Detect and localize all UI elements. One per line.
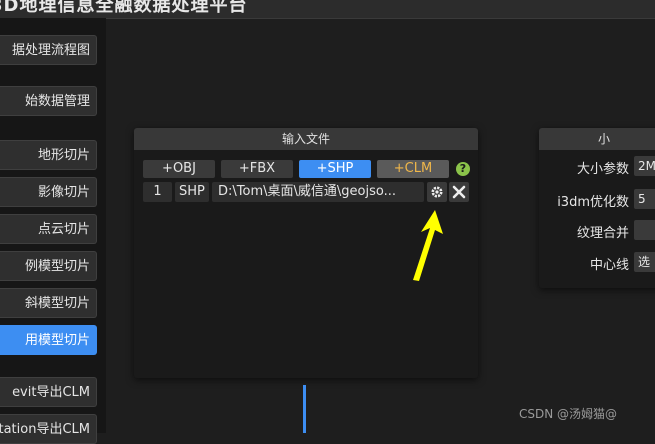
sidebar-item-station-export[interactable]: station导出CLM <box>0 414 97 444</box>
close-icon[interactable] <box>449 182 469 202</box>
sidebar-item-oblique-model[interactable]: 斜模型切片 <box>0 288 97 318</box>
pointer-arrow-icon <box>413 210 443 281</box>
size-param-input[interactable]: 2M <box>634 156 655 176</box>
watermark: CSDN @汤姆猫@ <box>519 407 618 421</box>
centerline-select-button[interactable]: 选 <box>634 252 655 272</box>
sidebar-item-general-model[interactable]: 用模型切片 <box>0 325 97 355</box>
add-fbx-button[interactable]: +FBX <box>221 160 293 178</box>
gear-icon <box>431 186 443 198</box>
add-clm-button[interactable]: +CLM <box>377 160 449 178</box>
sidebar-item-raw-data[interactable]: 始数据管理 <box>0 86 97 116</box>
connector-line <box>303 385 306 433</box>
gear-icon[interactable] <box>427 182 447 202</box>
close-icon <box>452 185 466 199</box>
sidebar-item-label: 地形切片 <box>37 148 90 163</box>
file-index: 1 <box>143 182 172 202</box>
file-path: D:\Tom\桌面\威信通\geojso... <box>212 182 424 202</box>
file-type: SHP <box>175 182 209 202</box>
sidebar-item-label: 用模型切片 <box>24 333 90 348</box>
i3dm-opt-label: i3dm优化数 <box>557 195 629 210</box>
sidebar-item-pointcloud[interactable]: 点云切片 <box>0 214 97 244</box>
panel-title: 小 <box>539 128 655 150</box>
sidebar-item-flowchart[interactable]: 据处理流程图 <box>0 35 97 65</box>
help-icon[interactable]: ? <box>456 162 470 176</box>
settings-panel: 小 大小参数 2M i3dm优化数 5 纹理合并 中心线 选 <box>539 128 655 288</box>
texture-merge-toggle[interactable] <box>634 220 655 240</box>
size-param-label: 大小参数 <box>576 162 629 177</box>
i3dm-opt-input[interactable]: 5 <box>634 189 655 209</box>
sidebar-item-instance-model[interactable]: 例模型切片 <box>0 251 97 281</box>
sidebar-item-revit-export[interactable]: evit导出CLM <box>0 377 97 407</box>
centerline-label: 中心线 <box>589 258 629 273</box>
sidebar-item-label: 始数据管理 <box>24 94 90 109</box>
add-shp-button[interactable]: +SHP <box>299 160 371 178</box>
sidebar-item-label: 影像切片 <box>37 185 90 200</box>
add-obj-button[interactable]: +OBJ <box>143 160 215 178</box>
title-bar: 3D地理信息全融数据处理平台 <box>0 0 655 19</box>
sidebar-item-label: 点云切片 <box>37 222 90 237</box>
texture-merge-label: 纹理合并 <box>576 226 629 241</box>
sidebar-item-label: 据处理流程图 <box>11 43 90 58</box>
sidebar-item-imagery[interactable]: 影像切片 <box>0 177 97 207</box>
sidebar: 据处理流程图 始数据管理 地形切片 影像切片 点云切片 例模型切片 斜模型切片 … <box>0 18 106 444</box>
sidebar-item-label: evit导出CLM <box>12 385 90 400</box>
sidebar-item-label: station导出CLM <box>0 422 90 437</box>
panel-title: 输入文件 <box>134 128 478 150</box>
sidebar-item-terrain[interactable]: 地形切片 <box>0 140 97 170</box>
sidebar-item-label: 斜模型切片 <box>24 296 90 311</box>
sidebar-item-label: 例模型切片 <box>24 259 90 274</box>
app-title: 3D地理信息全融数据处理平台 <box>0 0 248 16</box>
